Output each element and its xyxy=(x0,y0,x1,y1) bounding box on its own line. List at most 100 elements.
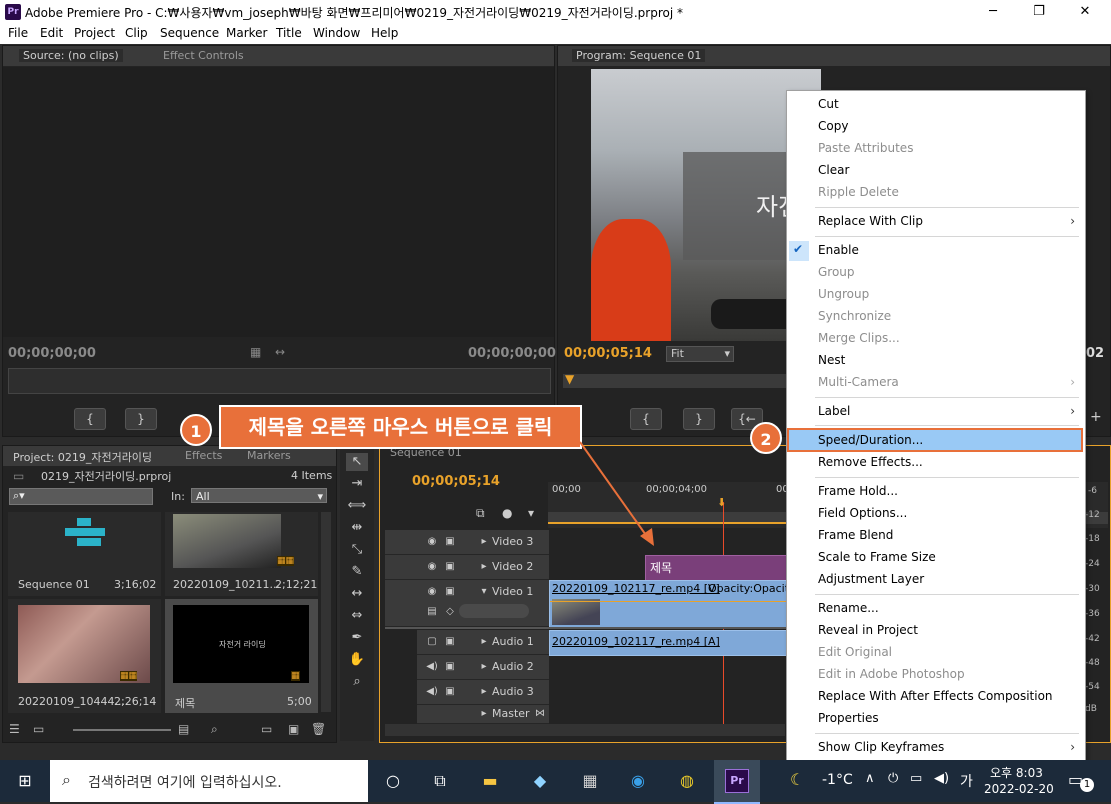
maximize-button[interactable]: ❐ xyxy=(1016,0,1062,24)
collapse-icon[interactable]: ▾ xyxy=(477,586,491,598)
trash-icon[interactable]: 🗑 xyxy=(311,722,326,736)
tab-project[interactable]: Project: 0219_자전거라이딩 xyxy=(13,449,152,465)
lock-icon[interactable]: ▣ xyxy=(443,561,457,573)
menu-marker[interactable]: Marker xyxy=(226,26,267,40)
menu-item-clear[interactable]: Clear xyxy=(818,163,849,177)
menu-item-cut[interactable]: Cut xyxy=(818,97,839,111)
pen-tool-icon[interactable]: ✒ xyxy=(346,629,368,647)
tab-program[interactable]: Program: Sequence 01 xyxy=(572,49,706,62)
expand-icon[interactable]: ▸ xyxy=(477,661,491,673)
project-item-title[interactable]: 자전거 라이딩 ▦ 제목 5;00 xyxy=(165,599,318,713)
track-select-tool-icon[interactable]: ⇥ xyxy=(346,475,368,493)
snap-icon[interactable]: ⧉ xyxy=(476,506,485,521)
ime-indicator[interactable]: 가 xyxy=(960,771,973,791)
track-master[interactable]: ▸ Master ⋈ xyxy=(417,705,549,724)
display-style-icon[interactable]: ▤ xyxy=(425,606,439,618)
slide-tool-icon[interactable]: ⇔ xyxy=(346,607,368,625)
cortana-icon[interactable]: ○ xyxy=(378,766,408,796)
taskbar-search-box[interactable]: ⌕ 검색하려면 여기에 입력하십시오. xyxy=(50,760,368,802)
video-clip[interactable]: 20220109_102117_re.mp4 [V] Opacity:Opaci… xyxy=(549,580,791,628)
razor-tool-icon[interactable]: ✎ xyxy=(346,563,368,581)
title-clip[interactable]: 제목 xyxy=(645,555,787,581)
rolling-edit-tool-icon[interactable]: ⇹ xyxy=(346,519,368,537)
lock-icon[interactable]: ▣ xyxy=(443,661,457,673)
speaker-icon[interactable]: ◀) xyxy=(425,661,439,673)
add-button-icon[interactable]: + xyxy=(1090,409,1102,425)
tab-markers[interactable]: Markers xyxy=(247,449,291,462)
icon-view-icon[interactable]: ▭ xyxy=(33,722,44,736)
hand-tool-icon[interactable]: ✋ xyxy=(346,651,368,669)
clock-date[interactable]: 2022-02-20 xyxy=(984,782,1054,796)
new-bin-icon[interactable]: ▭ xyxy=(261,722,272,736)
menu-item-enable[interactable]: Enable xyxy=(818,243,859,257)
opacity-line[interactable] xyxy=(550,601,790,602)
keyframe-nav[interactable] xyxy=(459,604,529,618)
menu-item-properties[interactable]: Properties xyxy=(818,711,879,725)
source-scrubber[interactable] xyxy=(8,368,551,394)
menu-item-rename[interactable]: Rename... xyxy=(818,601,879,615)
menu-item-nest[interactable]: Nest xyxy=(818,353,845,367)
network-icon[interactable]: ▭ xyxy=(910,771,922,786)
automate-icon[interactable]: ▤ xyxy=(178,722,189,736)
track-audio-3[interactable]: ◀) ▣ ▸ Audio 3 xyxy=(417,680,549,705)
mark-in-button[interactable]: { xyxy=(74,408,106,430)
lock-icon[interactable]: ▣ xyxy=(443,686,457,698)
menu-clip[interactable]: Clip xyxy=(125,26,148,40)
playhead-icon[interactable]: ▼ xyxy=(565,372,574,386)
slip-tool-icon[interactable]: ↔ xyxy=(346,585,368,603)
keyframe-icon[interactable]: ◇ xyxy=(443,606,457,618)
track-video-1[interactable]: ◉ ▣ ▾ Video 1 ▤ ◇ xyxy=(385,580,549,627)
windows-start-icon[interactable]: ⊞ xyxy=(10,766,40,796)
notes-app-icon[interactable]: ◆ xyxy=(525,766,555,796)
project-item-sequence[interactable]: Sequence 01 3;16;02 xyxy=(8,512,161,596)
file-explorer-icon[interactable]: ▬ xyxy=(475,766,505,796)
menu-item-replace-with-ae-comp[interactable]: Replace With After Effects Composition xyxy=(818,689,1053,703)
menu-item-scale-to-frame-size[interactable]: Scale to Frame Size xyxy=(818,550,936,564)
chrome-icon[interactable]: ◍ xyxy=(672,766,702,796)
selection-tool-icon[interactable]: ↖ xyxy=(346,453,368,471)
menu-item-field-options[interactable]: Field Options... xyxy=(818,506,907,520)
task-view-icon[interactable]: ⧉ xyxy=(425,766,455,796)
tab-effect-controls[interactable]: Effect Controls xyxy=(163,49,244,62)
rate-stretch-tool-icon[interactable]: ⤡ xyxy=(346,541,368,559)
menu-edit[interactable]: Edit xyxy=(40,26,63,40)
menu-item-show-clip-keyframes[interactable]: Show Clip Keyframes xyxy=(818,740,944,754)
trim-icon[interactable]: ↔ xyxy=(275,345,285,359)
menu-item-copy[interactable]: Copy xyxy=(818,119,848,133)
ripple-edit-tool-icon[interactable]: ⟺ xyxy=(346,497,368,515)
menu-sequence[interactable]: Sequence xyxy=(160,26,219,40)
find-icon[interactable]: ⌕ xyxy=(211,722,218,737)
in-dropdown[interactable]: All ▾ xyxy=(191,488,327,503)
menu-item-adjustment-layer[interactable]: Adjustment Layer xyxy=(818,572,924,586)
mark-out-button-program[interactable]: } xyxy=(683,408,715,430)
weather-temp[interactable]: -1°C xyxy=(822,772,853,788)
tab-effects[interactable]: Effects xyxy=(185,449,222,462)
playhead-icon[interactable]: ⬇ xyxy=(717,496,726,509)
expand-icon[interactable]: ▸ xyxy=(477,686,491,698)
mute-icon[interactable]: ▢ xyxy=(425,636,439,648)
menu-item-frame-blend[interactable]: Frame Blend xyxy=(818,528,893,542)
timeline-scrollbar[interactable] xyxy=(385,724,785,736)
menu-project[interactable]: Project xyxy=(74,26,115,40)
zoom-slider[interactable] xyxy=(73,729,171,731)
tab-source[interactable]: Source: (no clips) xyxy=(19,49,123,62)
fit-dropdown[interactable]: Fit ▾ xyxy=(666,346,734,362)
track-audio-1[interactable]: ▢ ▣ ▸ Audio 1 xyxy=(417,630,549,655)
mark-in-button-program[interactable]: { xyxy=(630,408,662,430)
project-search-input[interactable]: ⌕▾ xyxy=(9,488,153,505)
expand-icon[interactable]: ▸ xyxy=(477,536,491,548)
track-video-2[interactable]: ◉ ▣ ▸ Video 2 xyxy=(385,555,549,580)
menu-item-replace-with-clip[interactable]: Replace With Clip xyxy=(818,214,923,228)
menu-item-label[interactable]: Label xyxy=(818,404,850,418)
film-icon[interactable]: ▦ xyxy=(250,345,261,359)
menu-item-remove-effects[interactable]: Remove Effects... xyxy=(818,455,923,469)
lock-icon[interactable]: ▣ xyxy=(443,636,457,648)
eye-icon[interactable]: ◉ xyxy=(425,561,439,573)
minimize-button[interactable]: ─ xyxy=(970,0,1016,24)
close-button[interactable]: ✕ xyxy=(1062,0,1108,24)
new-item-icon[interactable]: ▣ xyxy=(288,722,299,736)
track-audio-2[interactable]: ◀) ▣ ▸ Audio 2 xyxy=(417,655,549,680)
calculator-icon[interactable]: ▦ xyxy=(575,766,605,796)
eye-icon[interactable]: ◉ xyxy=(425,536,439,548)
project-item-clip-2[interactable]: ▦▦ 20220109_10444... 2;26;14 xyxy=(8,599,161,713)
